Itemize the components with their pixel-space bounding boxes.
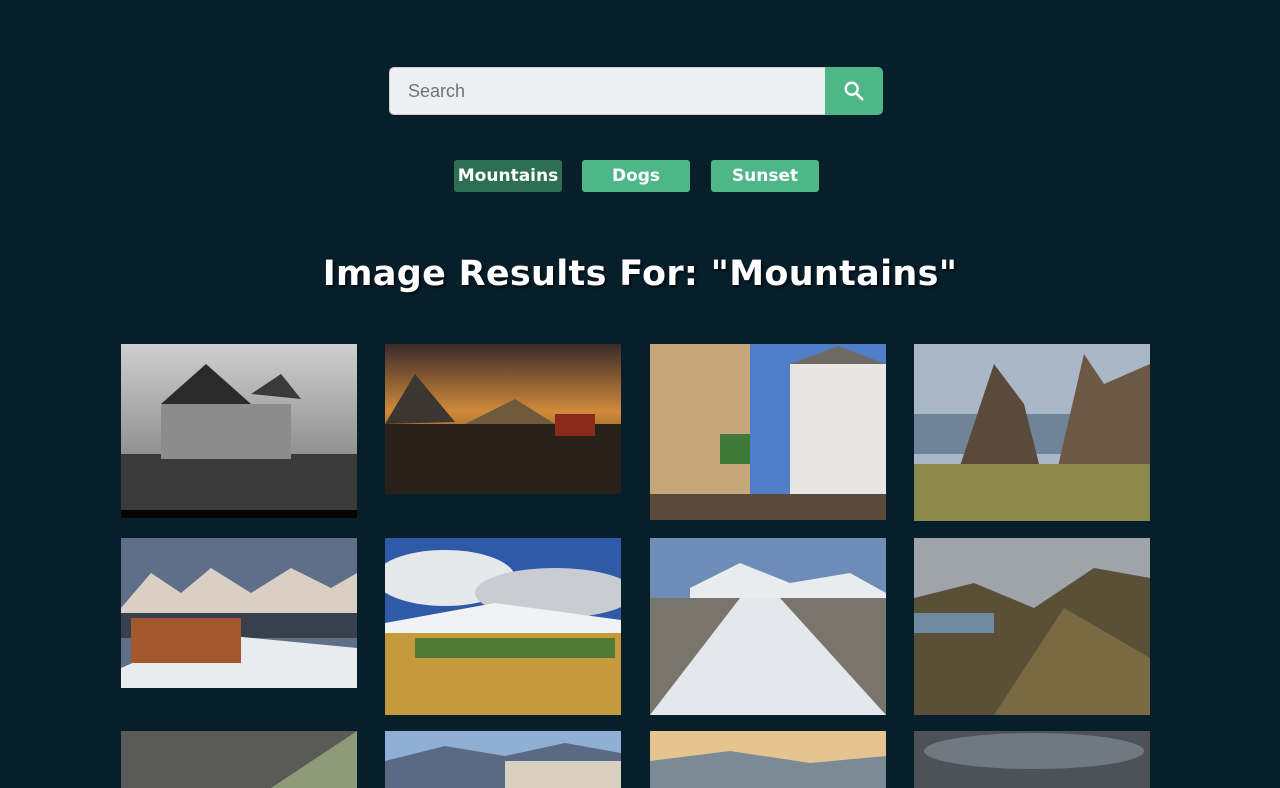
image-result[interactable]	[650, 538, 886, 715]
image-result[interactable]	[650, 344, 886, 520]
image-result[interactable]	[385, 538, 621, 715]
image-result[interactable]	[121, 344, 357, 518]
image-result[interactable]	[914, 538, 1150, 715]
image-result[interactable]	[914, 344, 1150, 521]
image-result[interactable]	[914, 731, 1150, 788]
image-grid	[0, 0, 1280, 788]
image-result[interactable]	[385, 344, 621, 494]
image-result[interactable]	[650, 731, 886, 788]
image-result[interactable]	[385, 731, 621, 788]
image-result[interactable]	[121, 538, 357, 688]
image-result[interactable]	[121, 731, 357, 788]
page: Mountains Dogs Sunset Image Results For:…	[0, 0, 1280, 788]
